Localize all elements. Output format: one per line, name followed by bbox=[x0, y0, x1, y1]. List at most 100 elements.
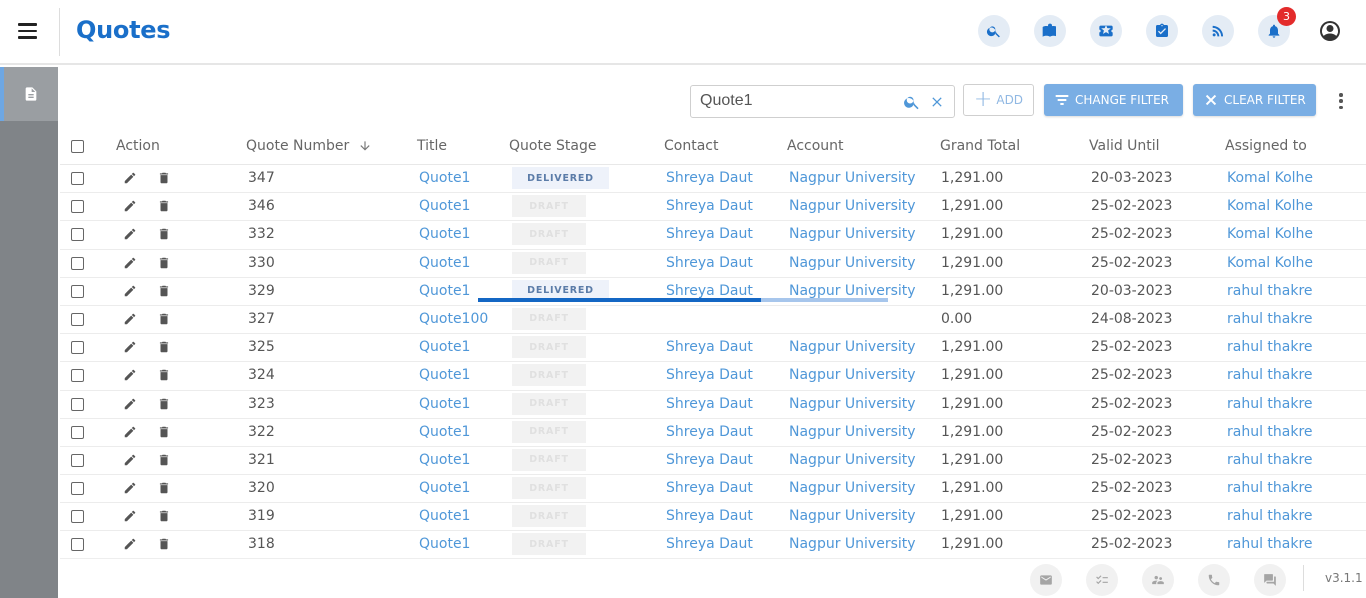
edit-icon[interactable] bbox=[123, 171, 137, 185]
assigned-user-link[interactable]: rahul thakre bbox=[1227, 480, 1313, 496]
quote-title-link[interactable]: Quote1 bbox=[419, 424, 470, 440]
account-link[interactable]: Nagpur University bbox=[789, 452, 916, 468]
row-checkbox[interactable] bbox=[71, 228, 84, 242]
quote-title-link[interactable]: Quote1 bbox=[419, 283, 470, 299]
assigned-user-link[interactable]: rahul thakre bbox=[1227, 283, 1313, 299]
edit-icon[interactable] bbox=[123, 199, 137, 213]
delete-icon[interactable] bbox=[157, 340, 171, 354]
contact-link[interactable]: Shreya Daut bbox=[666, 339, 753, 355]
row-checkbox[interactable] bbox=[71, 453, 84, 467]
row-checkbox[interactable] bbox=[71, 538, 84, 552]
assigned-user-link[interactable]: rahul thakre bbox=[1227, 536, 1313, 552]
row-checkbox[interactable] bbox=[71, 397, 84, 411]
change-filter-button[interactable]: CHANGE FILTER bbox=[1044, 84, 1183, 116]
row-checkbox[interactable] bbox=[71, 172, 84, 185]
assigned-user-link[interactable]: rahul thakre bbox=[1227, 339, 1313, 355]
row-checkbox[interactable] bbox=[71, 256, 84, 270]
clear-filter-button[interactable]: CLEAR FILTER bbox=[1193, 84, 1316, 116]
edit-icon[interactable] bbox=[123, 397, 137, 411]
assigned-user-link[interactable]: rahul thakre bbox=[1227, 452, 1313, 468]
account-link[interactable]: Nagpur University bbox=[789, 480, 916, 496]
header-title[interactable]: Title bbox=[417, 138, 447, 154]
account-link[interactable]: Nagpur University bbox=[789, 424, 916, 440]
header-valid-until[interactable]: Valid Until bbox=[1089, 138, 1160, 154]
row-checkbox[interactable] bbox=[71, 482, 84, 496]
edit-icon[interactable] bbox=[123, 481, 137, 495]
task-icon[interactable] bbox=[1146, 15, 1178, 47]
row-checkbox[interactable] bbox=[71, 369, 84, 383]
edit-icon[interactable] bbox=[123, 425, 137, 439]
contact-link[interactable]: Shreya Daut bbox=[666, 170, 753, 186]
account-link[interactable]: Nagpur University bbox=[789, 396, 916, 412]
edit-icon[interactable] bbox=[123, 340, 137, 354]
assigned-user-link[interactable]: rahul thakre bbox=[1227, 396, 1313, 412]
more-options-icon[interactable] bbox=[1339, 93, 1343, 109]
delete-icon[interactable] bbox=[157, 256, 171, 270]
delete-icon[interactable] bbox=[157, 481, 171, 495]
account-link[interactable]: Nagpur University bbox=[789, 367, 916, 383]
delete-icon[interactable] bbox=[157, 537, 171, 551]
quote-title-link[interactable]: Quote1 bbox=[419, 452, 470, 468]
account-link[interactable]: Nagpur University bbox=[789, 226, 916, 242]
quote-title-link[interactable]: Quote1 bbox=[419, 536, 470, 552]
edit-icon[interactable] bbox=[123, 312, 137, 326]
assigned-user-link[interactable]: Komal Kolhe bbox=[1227, 198, 1313, 214]
row-checkbox[interactable] bbox=[71, 425, 84, 439]
edit-icon[interactable] bbox=[123, 453, 137, 467]
search-input[interactable] bbox=[691, 85, 891, 117]
header-quote-number[interactable]: Quote Number bbox=[246, 138, 372, 154]
account-link[interactable]: Nagpur University bbox=[789, 508, 916, 524]
contact-link[interactable]: Shreya Daut bbox=[666, 452, 753, 468]
delete-icon[interactable] bbox=[157, 199, 171, 213]
account-icon[interactable] bbox=[1314, 15, 1346, 47]
contact-link[interactable]: Shreya Daut bbox=[666, 226, 753, 242]
close-icon[interactable] bbox=[929, 94, 945, 110]
header-grand-total[interactable]: Grand Total bbox=[940, 138, 1020, 154]
assigned-user-link[interactable]: rahul thakre bbox=[1227, 508, 1313, 524]
account-link[interactable]: Nagpur University bbox=[789, 339, 916, 355]
book-icon[interactable] bbox=[1034, 15, 1066, 47]
contact-link[interactable]: Shreya Daut bbox=[666, 480, 753, 496]
edit-icon[interactable] bbox=[123, 256, 137, 270]
quote-title-link[interactable]: Quote1 bbox=[419, 339, 470, 355]
delete-icon[interactable] bbox=[157, 425, 171, 439]
assigned-user-link[interactable]: rahul thakre bbox=[1227, 311, 1313, 327]
contact-link[interactable]: Shreya Daut bbox=[666, 536, 753, 552]
row-checkbox[interactable] bbox=[71, 510, 84, 524]
delete-icon[interactable] bbox=[157, 397, 171, 411]
account-link[interactable]: Nagpur University bbox=[789, 255, 916, 271]
quote-title-link[interactable]: Quote1 bbox=[419, 255, 470, 271]
edit-icon[interactable] bbox=[123, 227, 137, 241]
contact-link[interactable]: Shreya Daut bbox=[666, 367, 753, 383]
quote-title-link[interactable]: Quote1 bbox=[419, 170, 470, 186]
header-contact[interactable]: Contact bbox=[664, 138, 718, 154]
add-button[interactable]: + ADD bbox=[963, 84, 1034, 116]
delete-icon[interactable] bbox=[157, 312, 171, 326]
contact-link[interactable]: Shreya Daut bbox=[666, 508, 753, 524]
assigned-user-link[interactable]: rahul thakre bbox=[1227, 424, 1313, 440]
select-all-checkbox[interactable] bbox=[71, 140, 84, 153]
delete-icon[interactable] bbox=[157, 284, 171, 298]
edit-icon[interactable] bbox=[123, 537, 137, 551]
contact-link[interactable]: Shreya Daut bbox=[666, 424, 753, 440]
contact-link[interactable]: Shreya Daut bbox=[666, 255, 753, 271]
contact-link[interactable]: Shreya Daut bbox=[666, 396, 753, 412]
account-link[interactable]: Nagpur University bbox=[789, 283, 916, 299]
header-account[interactable]: Account bbox=[787, 138, 844, 154]
delete-icon[interactable] bbox=[157, 453, 171, 467]
row-checkbox[interactable] bbox=[71, 312, 84, 326]
checklist-icon[interactable] bbox=[1086, 564, 1118, 596]
delete-icon[interactable] bbox=[157, 171, 171, 185]
delete-icon[interactable] bbox=[157, 227, 171, 241]
chat-icon[interactable] bbox=[1254, 564, 1286, 596]
notifications-button[interactable]: 3 bbox=[1258, 7, 1296, 47]
account-link[interactable]: Nagpur University bbox=[789, 170, 916, 186]
ticket-icon[interactable] bbox=[1090, 15, 1122, 47]
search-icon[interactable] bbox=[978, 15, 1010, 47]
phone-icon[interactable] bbox=[1198, 564, 1230, 596]
row-checkbox[interactable] bbox=[71, 284, 84, 298]
assigned-user-link[interactable]: Komal Kolhe bbox=[1227, 226, 1313, 242]
edit-icon[interactable] bbox=[123, 284, 137, 298]
header-assigned-to[interactable]: Assigned to bbox=[1225, 138, 1307, 154]
row-checkbox[interactable] bbox=[71, 341, 84, 355]
